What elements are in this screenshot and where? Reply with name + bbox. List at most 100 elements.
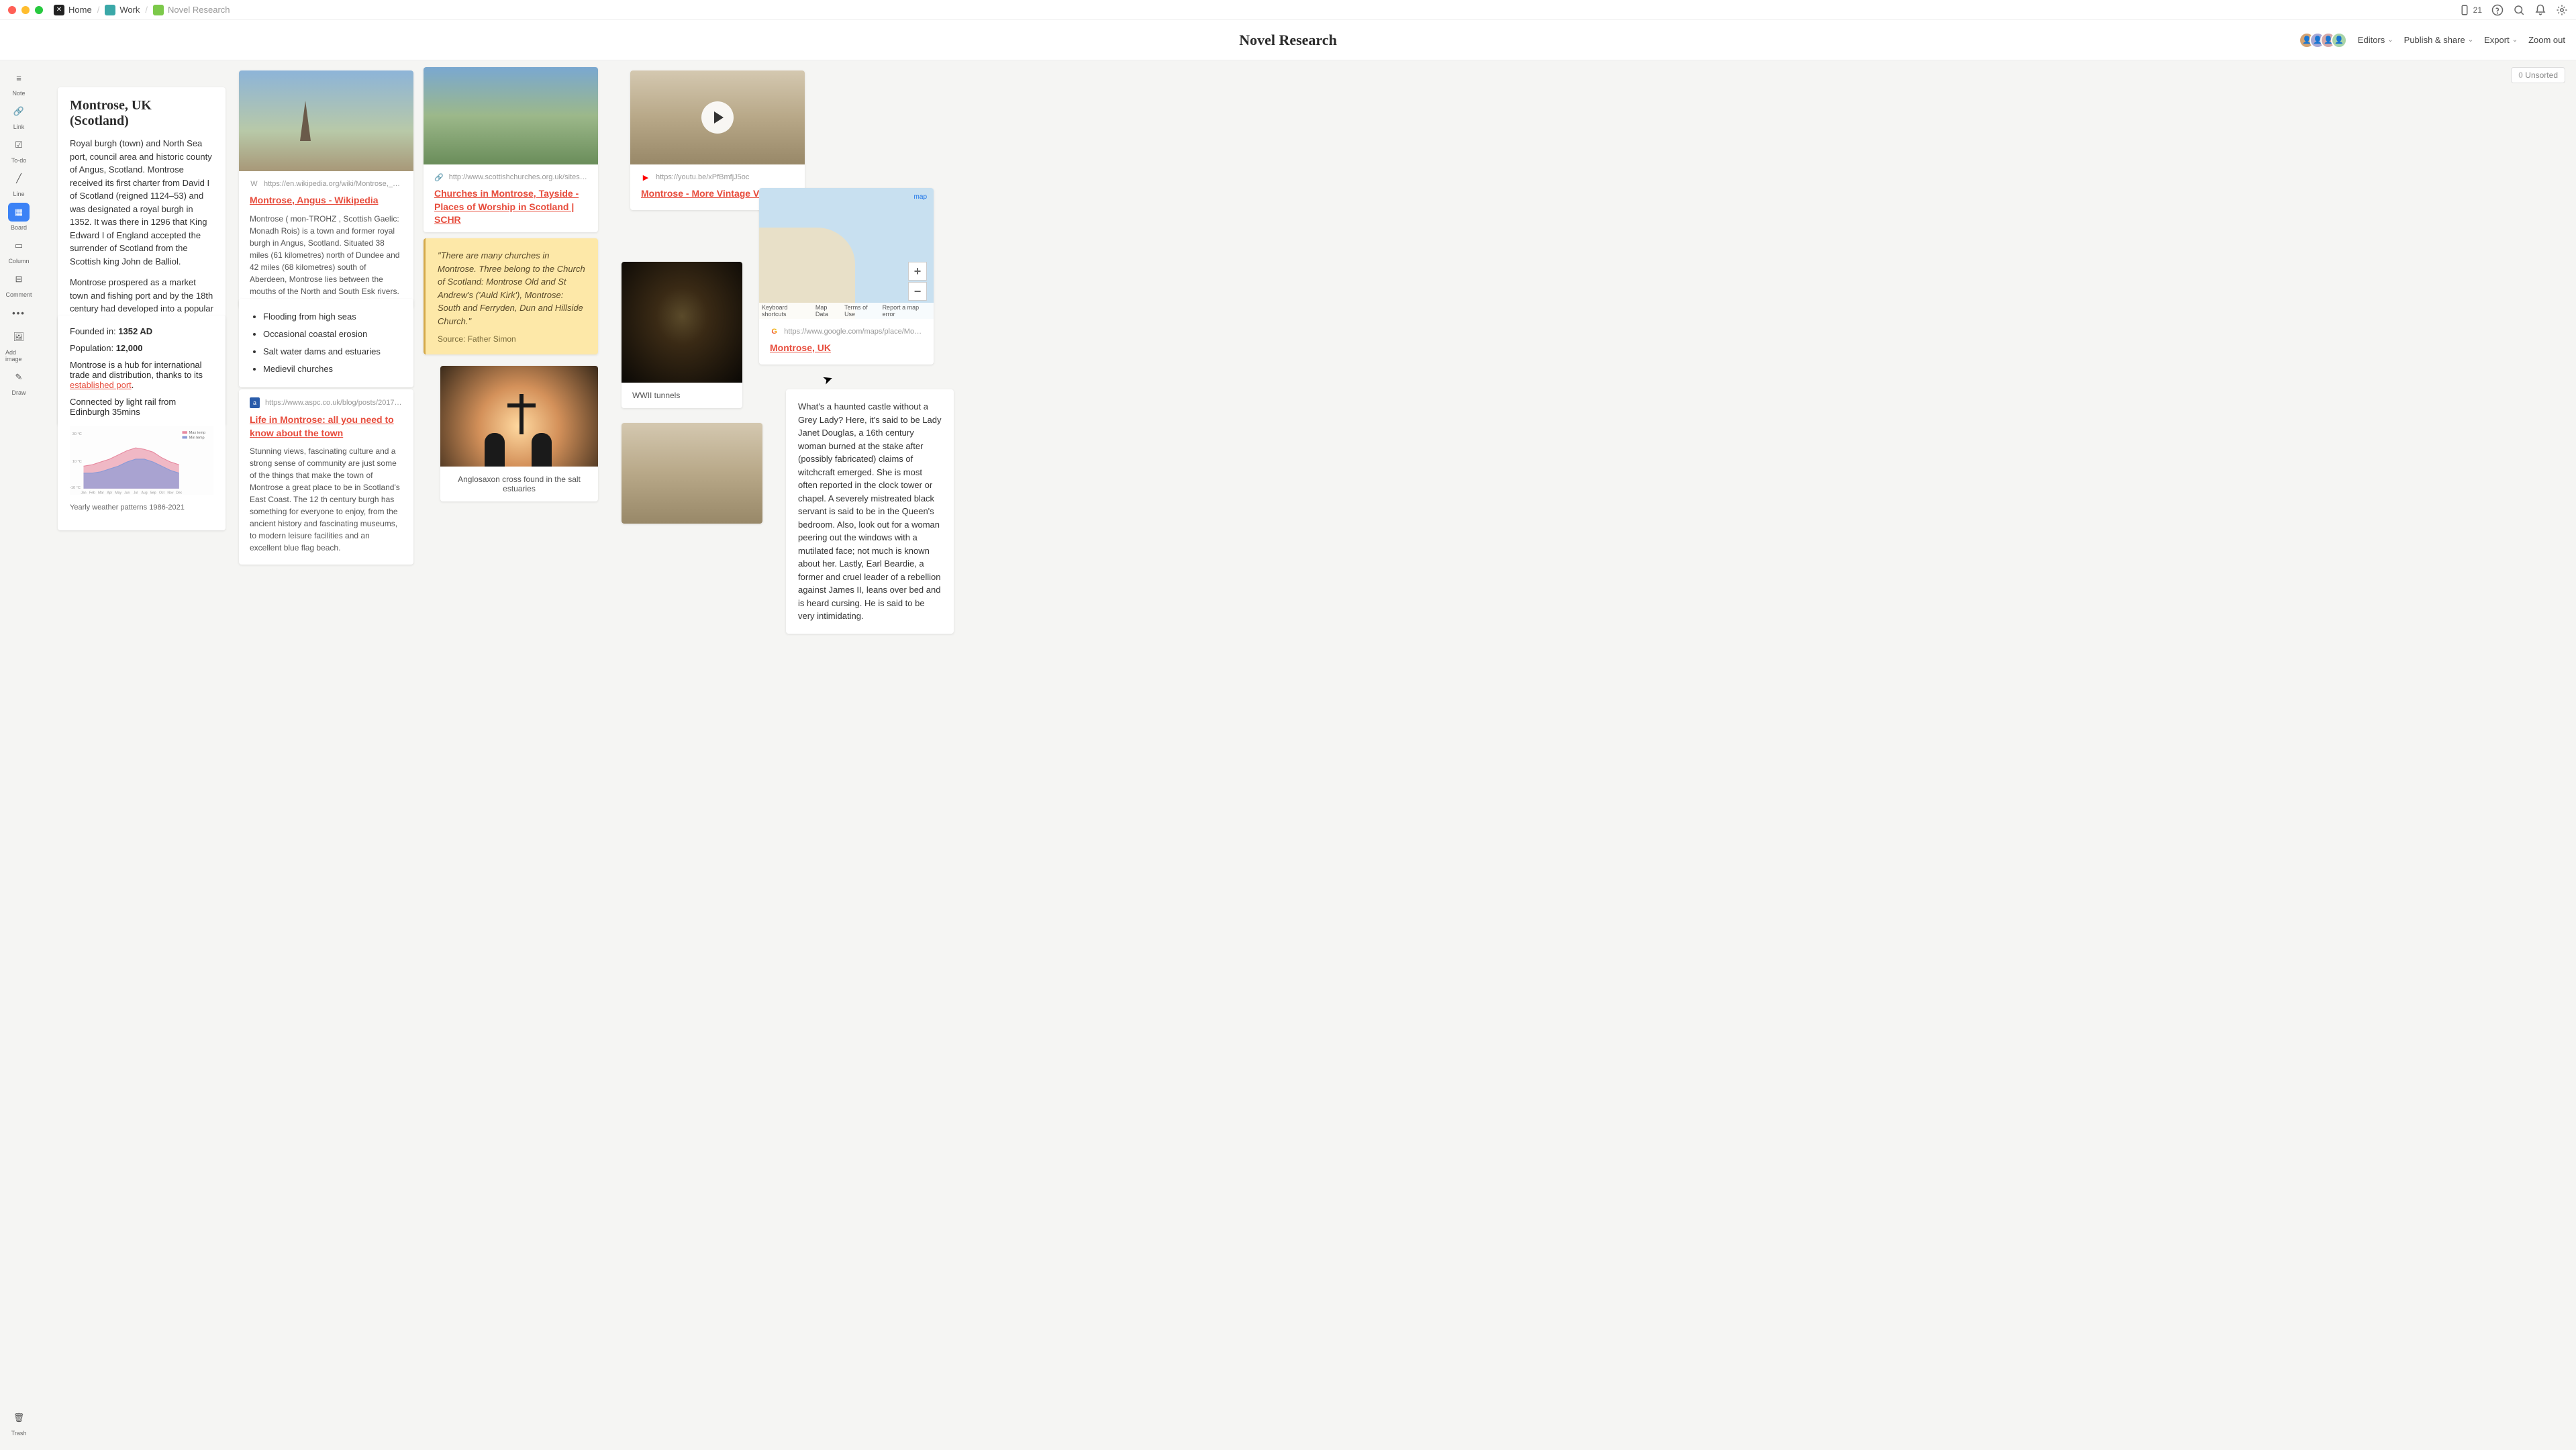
- note-icon: ≡: [8, 68, 30, 87]
- life-link[interactable]: Life in Montrose: all you need to know a…: [239, 411, 413, 445]
- quote-card[interactable]: "There are many churches in Montrose. Th…: [424, 238, 598, 354]
- tool-column[interactable]: ▭Column: [5, 234, 32, 267]
- svg-text:Jan: Jan: [81, 491, 86, 495]
- breadcrumb-label: Novel Research: [168, 5, 230, 15]
- tunnel-image: [622, 262, 742, 383]
- wiki-card[interactable]: Whttps://en.wikipedia.org/wiki/Montrose,…: [239, 70, 413, 308]
- svg-text:Nov: Nov: [167, 491, 174, 495]
- breadcrumb-sep: /: [145, 5, 148, 15]
- map-zoom-in[interactable]: +: [908, 262, 927, 281]
- google-map[interactable]: map + − Keyboard shortcuts Map Data Term…: [759, 188, 934, 319]
- tool-label: Note: [12, 90, 25, 97]
- link-icon: 🔗: [8, 102, 30, 121]
- chart-caption: Yearly weather patterns 1986-2021: [70, 499, 213, 520]
- url-text: https://youtu.be/xPfBmfjJ5oc: [656, 173, 749, 181]
- tool-line[interactable]: ╱Line: [5, 166, 32, 200]
- close-window-icon[interactable]: [8, 6, 16, 14]
- life-card[interactable]: a https://www.aspc.co.uk/blog/posts/2017/…: [239, 389, 413, 565]
- device-count-value: 21: [2473, 5, 2482, 15]
- svg-text:Oct: Oct: [159, 491, 165, 495]
- map-keyboard-link[interactable]: Keyboard shortcuts: [762, 304, 811, 318]
- cross-card[interactable]: Anglosaxon cross found in the salt estua…: [440, 366, 598, 501]
- map-zoom-out[interactable]: −: [908, 282, 927, 301]
- tunnel-card[interactable]: WWII tunnels: [622, 262, 742, 408]
- churches-card[interactable]: 🔗http://www.scottishchurches.org.uk/site…: [424, 67, 598, 232]
- draw-icon: ✎: [8, 368, 30, 387]
- tool-comment[interactable]: ⊟ Comment: [5, 267, 32, 301]
- tool-label: Draw: [11, 389, 26, 396]
- play-icon[interactable]: [701, 101, 734, 134]
- image-caption: WWII tunnels: [622, 383, 742, 408]
- tool-addimage[interactable]: 🖼 Add image: [5, 325, 32, 365]
- breadcrumb-home[interactable]: ✕ Home: [54, 5, 92, 15]
- murray-street-image: [622, 423, 762, 524]
- map-toggle[interactable]: map: [914, 193, 927, 201]
- map-data-link[interactable]: Map Data: [815, 304, 840, 318]
- churches-link[interactable]: Churches in Montrose, Tayside - Places o…: [424, 185, 598, 232]
- tool-todo[interactable]: ☑To-do: [5, 133, 32, 166]
- breadcrumb-work[interactable]: Work: [105, 5, 140, 15]
- canvas[interactable]: 0 Unsorted Montrose, UK (Scotland) Royal…: [38, 60, 2576, 1450]
- tool-label: Line: [13, 191, 24, 197]
- svg-text:Min temp: Min temp: [189, 436, 205, 440]
- addimage-icon: 🖼: [8, 328, 30, 346]
- page-title: Novel Research: [1239, 32, 1337, 49]
- unsorted-pill[interactable]: 0 Unsorted: [2511, 67, 2565, 83]
- map-card[interactable]: map + − Keyboard shortcuts Map Data Term…: [759, 188, 934, 365]
- map-report-link[interactable]: Report a map error: [883, 304, 931, 318]
- google-icon: G: [770, 327, 779, 336]
- url-text: https://www.aspc.co.uk/blog/posts/2017/j…: [265, 399, 403, 407]
- list-item: Salt water dams and estuaries: [263, 343, 403, 360]
- list-item: Occasional coastal erosion: [263, 326, 403, 343]
- wiki-link[interactable]: Montrose, Angus - Wikipedia: [239, 191, 413, 213]
- url-text: http://www.scottishchurches.org.uk/sites…: [449, 173, 587, 181]
- tool-board[interactable]: ▦Board: [5, 200, 32, 234]
- cursor-icon: ➤: [821, 371, 835, 388]
- editors-dropdown[interactable]: Editors⌄: [2358, 35, 2393, 45]
- note-paragraph: What's a haunted castle without a Grey L…: [798, 400, 942, 623]
- haunted-note-card[interactable]: What's a haunted castle without a Grey L…: [786, 389, 954, 634]
- url-text: https://en.wikipedia.org/wiki/Montrose,_…: [264, 180, 403, 188]
- field-image: [424, 67, 598, 164]
- collaborator-avatars[interactable]: 👤 👤 👤 👤: [2299, 32, 2347, 48]
- fact-founded: Founded in: 1352 AD: [70, 326, 213, 336]
- tool-note[interactable]: ≡ Note: [5, 66, 32, 99]
- site-icon: a: [250, 397, 260, 408]
- map-terms-link[interactable]: Terms of Use: [844, 304, 879, 318]
- youtube-icon: ▶: [641, 173, 650, 182]
- bullet-card[interactable]: Flooding from high seasOccasional coasta…: [239, 299, 413, 387]
- breadcrumb-current[interactable]: Novel Research: [153, 5, 230, 15]
- trash-button[interactable]: 🗑 Trash: [5, 1406, 32, 1439]
- device-count[interactable]: 21: [2459, 4, 2482, 16]
- avatar: 👤: [2331, 32, 2347, 48]
- svg-text:30 °C: 30 °C: [72, 432, 82, 436]
- maximize-window-icon[interactable]: [35, 6, 43, 14]
- board-icon: [153, 5, 164, 15]
- home-icon: ✕: [54, 5, 64, 15]
- facts-card[interactable]: Founded in: 1352 AD Population: 12,000 M…: [58, 316, 226, 530]
- publish-dropdown[interactable]: Publish & share⌄: [2404, 35, 2473, 45]
- established-port-link[interactable]: established port: [70, 380, 132, 390]
- device-icon: [2459, 4, 2471, 16]
- map-attribution: Keyboard shortcuts Map Data Terms of Use…: [759, 303, 934, 319]
- bell-icon[interactable]: [2534, 4, 2546, 16]
- list-item: Flooding from high seas: [263, 308, 403, 326]
- image-caption: Anglosaxon cross found in the salt estua…: [440, 467, 598, 501]
- comment-icon: ⊟: [8, 270, 30, 289]
- map-link[interactable]: Montrose, UK: [759, 339, 934, 365]
- export-dropdown[interactable]: Export⌄: [2484, 35, 2518, 45]
- svg-text:Max temp: Max temp: [189, 431, 206, 435]
- help-icon[interactable]: [2491, 4, 2504, 16]
- tool-more[interactable]: •••: [5, 301, 32, 325]
- tool-label: Trash: [11, 1430, 27, 1437]
- tool-link[interactable]: 🔗Link: [5, 99, 32, 133]
- zoom-out-button[interactable]: Zoom out: [2528, 35, 2565, 45]
- vintage-street-image: [630, 70, 805, 164]
- search-icon[interactable]: [2513, 4, 2525, 16]
- minimize-window-icon[interactable]: [21, 6, 30, 14]
- gear-icon[interactable]: [2556, 4, 2568, 16]
- tool-label: Comment: [5, 291, 32, 298]
- tool-draw[interactable]: ✎ Draw: [5, 365, 32, 399]
- postcard-card[interactable]: [622, 423, 762, 524]
- tool-label: Add image: [5, 349, 32, 362]
